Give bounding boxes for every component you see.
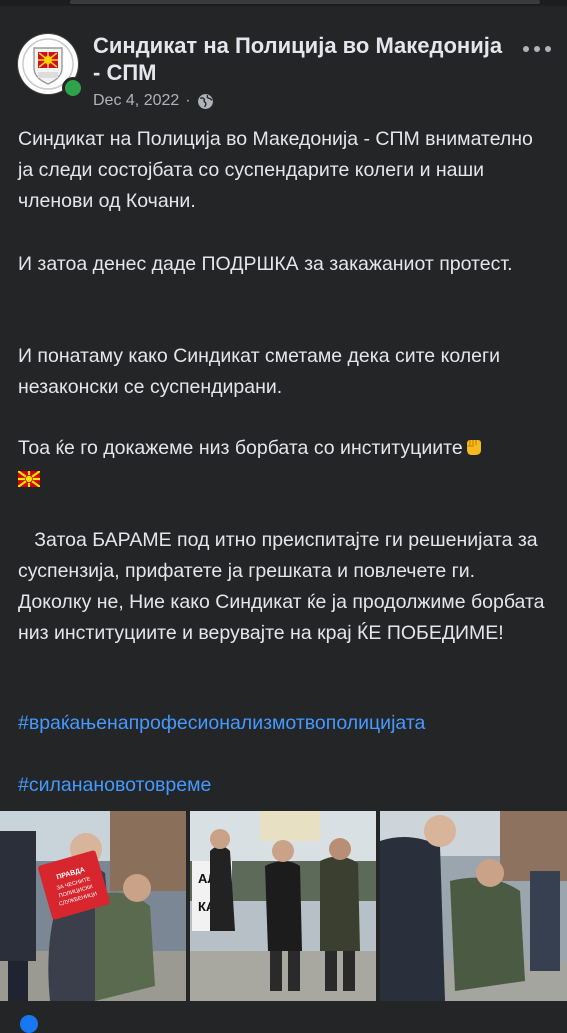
hashtag-link-1[interactable]: #враќањенапрофесионализмотвополицијата (18, 708, 550, 739)
meta-separator: · (185, 92, 191, 109)
post-date[interactable]: Dec 4, 2022 (93, 92, 179, 110)
post-paragraph-3: И понатаму како Синдикат сметаме дека си… (18, 345, 500, 398)
more-options-icon[interactable] (520, 40, 554, 60)
post-header: Синдикат на Полиција во Македонија - СПМ… (0, 26, 567, 116)
post-paragraph-5: Затоа БАРАМЕ под итно преиспитајте ги ре… (18, 525, 550, 649)
previous-content-strip (70, 0, 540, 4)
post-meta: Dec 4, 2022 · (93, 92, 214, 110)
post-paragraph-4: Тоа ќе го докажеме низ борбата со инстит… (18, 433, 550, 495)
photo-1[interactable]: ПРАВДА ЗА ЧЕСНИТЕ ПОЛИЦИСКИ СЛУЖБЕНИЦИ (0, 811, 186, 1001)
post-paragraph-1: Синдикат на Полиција во Македонија - СПМ… (18, 128, 533, 212)
top-edge (0, 0, 567, 6)
photo-3[interactable] (380, 811, 567, 1001)
post-paragraph-5-text: Затоа БАРАМЕ под итно преиспитајте ги ре… (18, 529, 550, 644)
like-reaction-icon (20, 1015, 38, 1033)
photo-gallery: ПРАВДА ЗА ЧЕСНИТЕ ПОЛИЦИСКИ СЛУЖБЕНИЦИ А… (0, 811, 567, 1001)
globe-icon (197, 93, 213, 109)
online-status-dot (62, 77, 84, 99)
photo-2[interactable]: АЛ КА (190, 811, 376, 1001)
page-name[interactable]: Синдикат на Полиција во Македонија - СПМ (93, 32, 503, 86)
post-paragraph-4-text: Тоа ќе го докажеме низ борбата со инстит… (18, 437, 463, 459)
hashtag-link-2[interactable]: #силанановотовреме (18, 770, 550, 801)
post-paragraph-2: И затоа денес даде ПОДРШКА за закажаниот… (18, 253, 513, 275)
post-footer (0, 1001, 567, 1033)
north-macedonia-flag-emoji (18, 471, 40, 487)
fist-emoji (466, 440, 481, 455)
